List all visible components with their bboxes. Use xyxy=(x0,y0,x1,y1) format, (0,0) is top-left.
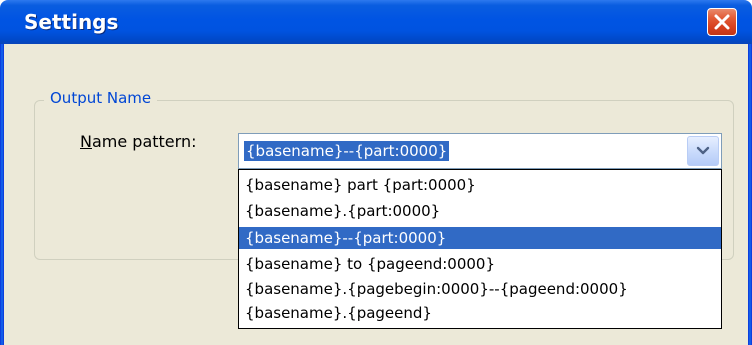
name-pattern-label: Name pattern: xyxy=(80,132,196,152)
window-frame-right xyxy=(748,44,752,345)
name-pattern-label-accelerator: N xyxy=(80,132,92,151)
list-item-selected[interactable]: {basename}--{part:0000} xyxy=(239,227,721,249)
list-item[interactable]: {basename} part {part:0000} xyxy=(239,174,721,196)
groupbox-legend: Output Name xyxy=(44,88,158,108)
title-bar[interactable]: Settings xyxy=(0,0,752,44)
window-title: Settings xyxy=(24,10,119,34)
dropdown-button[interactable] xyxy=(687,136,719,166)
name-pattern-combobox[interactable]: {basename}--{part:0000} xyxy=(238,133,722,169)
settings-dialog: Settings Output Name Name pattern: {base… xyxy=(0,0,752,345)
list-item[interactable]: {basename}.{pageend} xyxy=(239,302,721,324)
chevron-down-icon xyxy=(696,146,710,155)
close-icon xyxy=(714,14,730,30)
name-pattern-label-rest: ame pattern: xyxy=(91,132,197,151)
list-item[interactable]: {basename}.{pagebegin:0000}--{pageend:00… xyxy=(239,278,721,300)
combobox-value[interactable]: {basename}--{part:0000} xyxy=(244,141,450,161)
list-item[interactable]: {basename}.{part:0000} xyxy=(239,200,721,222)
name-pattern-dropdown-list[interactable]: {basename} part {part:0000} {basename}.{… xyxy=(238,169,722,329)
close-button[interactable] xyxy=(707,8,737,36)
list-item[interactable]: {basename} to {pageend:0000} xyxy=(239,253,721,275)
